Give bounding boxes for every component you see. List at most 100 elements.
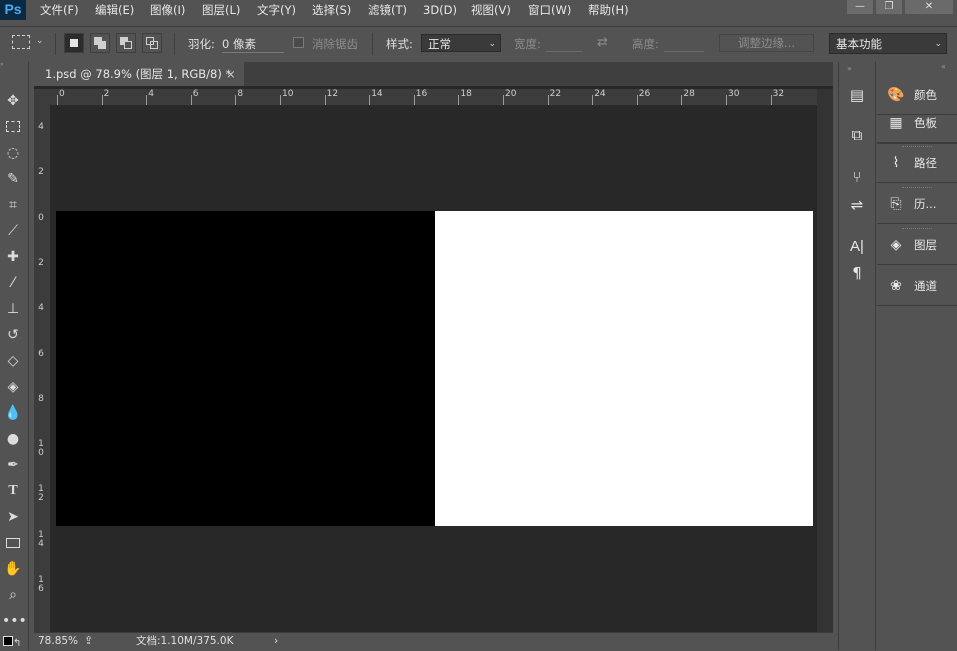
panel-label: 图层 <box>914 238 937 252</box>
brush-panel-icon[interactable]: ⑂ <box>845 166 869 188</box>
blur-tool-icon[interactable]: 💧 <box>2 402 24 424</box>
layers-icon: ◈ <box>890 237 902 253</box>
dodge-tool-icon[interactable]: ● <box>2 428 24 450</box>
menu-image[interactable]: 图像(I) <box>150 0 185 20</box>
new-selection-icon <box>70 39 78 47</box>
ruler-tick-label: 16 <box>38 575 44 594</box>
zoom-tool-icon[interactable]: ⌕ <box>2 584 24 606</box>
vertical-scrollbar[interactable] <box>817 89 833 632</box>
antialias-checkbox[interactable] <box>293 37 304 48</box>
type-tool-icon[interactable]: T <box>2 480 24 502</box>
panel-label: 色板 <box>914 116 937 130</box>
ruler-tick-label: 10 <box>38 439 44 459</box>
menu-select[interactable]: 选择(S) <box>312 0 351 20</box>
menu-3d[interactable]: 3D(D) <box>423 0 457 20</box>
swap-colors-icon[interactable]: ↰ <box>13 638 21 649</box>
menu-type[interactable]: 文字(Y) <box>257 0 296 20</box>
swap-icon[interactable]: ⇄ <box>597 35 608 51</box>
panel-paths[interactable]: ⌇ 路径 <box>877 144 957 183</box>
clone-stamp-tool-icon[interactable]: ⊥ <box>2 298 24 320</box>
new-selection-button[interactable] <box>64 33 84 53</box>
export-icon[interactable]: ⇪ <box>84 633 93 649</box>
pen-tool-icon[interactable]: ✒ <box>2 454 24 476</box>
collapse-icon[interactable]: » <box>847 64 852 73</box>
style-select[interactable]: 正常 ⌄ <box>421 34 501 52</box>
refine-edge-button[interactable]: 调整边缘... <box>719 34 814 52</box>
marquee-preset-icon[interactable] <box>12 35 30 49</box>
panel-channels[interactable]: ❀ 通道 <box>877 267 957 306</box>
add-selection-button[interactable] <box>90 33 110 53</box>
ruler-tick-label: 0 <box>38 212 44 223</box>
ruler-tick <box>101 95 103 105</box>
ruler-tick-label: 26 <box>638 89 651 99</box>
chevron-down-icon[interactable]: ⌄ <box>36 36 44 46</box>
hand-tool-icon[interactable]: ✋ <box>2 558 24 580</box>
panel-grip <box>902 187 932 191</box>
panel-swatches[interactable]: ▦ 色板 <box>877 104 957 144</box>
history-brush-tool-icon[interactable]: ↺ <box>2 324 24 346</box>
intersect-selection-button[interactable] <box>142 33 162 53</box>
ruler-tick-label: 20 <box>505 89 517 99</box>
lasso-tool-icon[interactable]: ◌ <box>2 142 24 164</box>
restore-button[interactable]: ❐ <box>876 0 902 14</box>
ruler-tick <box>235 95 237 105</box>
rectangle-tool-icon[interactable] <box>2 532 24 554</box>
menu-bar: Ps 文件(F) 编辑(E) 图像(I) 图层(L) 文字(Y) 选择(S) 滤… <box>0 0 957 20</box>
status-menu-arrow-icon[interactable]: › <box>274 633 278 649</box>
divider <box>55 33 56 55</box>
foreground-color-swatch[interactable] <box>3 636 13 646</box>
ruler-tick-label: 2 <box>38 257 44 268</box>
menu-file[interactable]: 文件(F) <box>40 0 79 20</box>
height-input[interactable] <box>664 51 704 52</box>
divider <box>372 33 373 55</box>
ruler-tick-label: 14 <box>371 89 383 99</box>
menu-filter[interactable]: 滤镜(T) <box>368 0 407 20</box>
minimize-button[interactable]: — <box>847 0 873 14</box>
panel-label: 颜色 <box>914 88 937 102</box>
menu-edit[interactable]: 编辑(E) <box>95 0 134 20</box>
collapse-icon[interactable]: » <box>0 62 28 68</box>
ruler-tick-label: 14 <box>38 529 44 549</box>
zoom-level[interactable]: 78.85% <box>38 633 78 649</box>
width-input[interactable] <box>546 51 582 52</box>
marquee-tool-icon[interactable] <box>2 116 24 138</box>
workspace-select[interactable]: 基本功能 ⌄ <box>829 33 947 54</box>
palette-icon: 🎨 <box>887 87 905 103</box>
adjustments-panel-icon[interactable]: ⇌ <box>845 194 869 216</box>
document-info: 文档:1.10M/375.0K <box>136 635 234 647</box>
ruler-tick-label: 6 <box>38 348 44 359</box>
path-selection-tool-icon[interactable]: ➤ <box>2 506 24 528</box>
properties-panel-icon[interactable]: ⧉ <box>845 124 869 146</box>
paint-bucket-tool-icon[interactable]: ◈ <box>2 376 24 398</box>
panel-history[interactable]: ⎘ 历... <box>877 185 957 224</box>
close-tab-icon[interactable]: × <box>226 62 236 86</box>
brush-tool-icon[interactable]: ⁄ <box>2 272 24 294</box>
eraser-tool-icon[interactable]: ◇ <box>2 350 24 372</box>
panel-label: 路径 <box>914 156 937 170</box>
crop-tool-icon[interactable]: ⌗ <box>2 194 24 216</box>
info-panel-icon[interactable]: ▤ <box>845 84 869 106</box>
ruler-tick <box>770 95 772 105</box>
character-panel-icon[interactable]: A| <box>845 236 869 258</box>
panel-layers[interactable]: ◈ 图层 <box>877 226 957 265</box>
eyedropper-tool-icon[interactable]: ⟋ <box>2 220 24 242</box>
quick-select-tool-icon[interactable]: ✎ <box>2 168 24 190</box>
document-tab[interactable]: 1.psd @ 78.9% (图层 1, RGB/8) * × <box>34 62 244 86</box>
menu-layer[interactable]: 图层(L) <box>202 0 240 20</box>
document-tab-title: 1.psd @ 78.9% (图层 1, RGB/8) * <box>45 67 232 81</box>
height-label: 高度: <box>632 37 659 51</box>
healing-brush-tool-icon[interactable]: ✚ <box>2 246 24 268</box>
ruler-tick-label: 0 <box>59 89 65 99</box>
photoshop-logo: Ps <box>0 0 26 20</box>
intersect-selection-icon-part <box>150 41 158 49</box>
paragraph-panel-icon[interactable]: ¶ <box>845 262 869 284</box>
menu-view[interactable]: 视图(V) <box>471 0 511 20</box>
feather-input[interactable]: 0 像素 <box>222 36 284 53</box>
move-tool-icon[interactable]: ✥ <box>2 90 24 112</box>
subtract-selection-button[interactable] <box>116 33 136 53</box>
close-button[interactable]: ✕ <box>905 0 953 14</box>
collapse-icon[interactable]: « <box>941 62 946 71</box>
more-tools-icon[interactable]: ••• <box>2 610 27 632</box>
menu-help[interactable]: 帮助(H) <box>588 0 629 20</box>
menu-window[interactable]: 窗口(W) <box>528 0 571 20</box>
